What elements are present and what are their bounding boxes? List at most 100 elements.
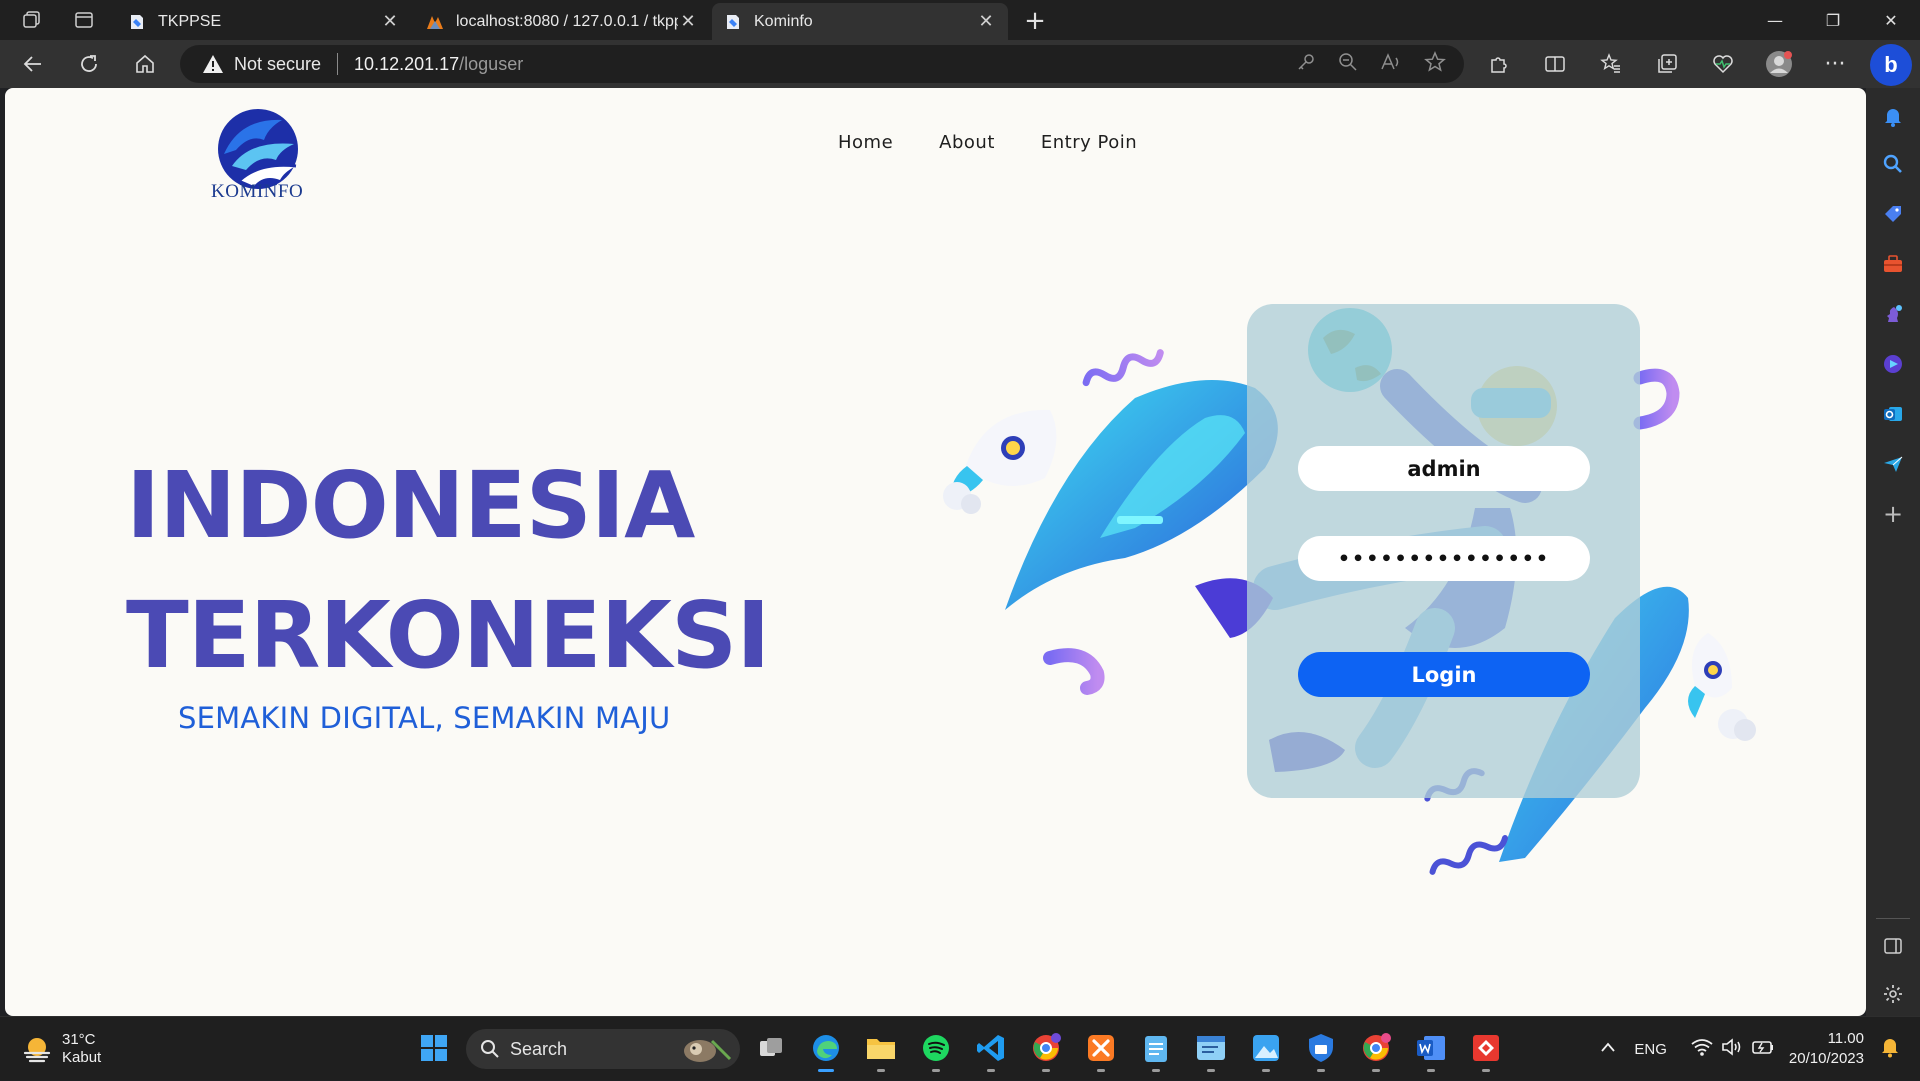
hero-tagline: SEMAKIN DIGITAL, SEMAKIN MAJU bbox=[178, 701, 671, 735]
wifi-icon[interactable] bbox=[1691, 1038, 1713, 1061]
nav-home[interactable]: Home bbox=[838, 132, 893, 153]
workspaces-icon[interactable] bbox=[12, 0, 52, 40]
password-input[interactable] bbox=[1298, 536, 1590, 581]
refresh-icon[interactable] bbox=[72, 48, 106, 80]
hide-sidebar-icon[interactable] bbox=[1877, 930, 1909, 962]
edge-app-icon[interactable] bbox=[809, 1031, 843, 1072]
battery-icon[interactable] bbox=[1751, 1038, 1775, 1061]
ring-decor bbox=[1633, 368, 1680, 430]
show-hidden-icons-icon[interactable] bbox=[1600, 1040, 1616, 1058]
notepad-icon[interactable] bbox=[1139, 1031, 1173, 1072]
nav-about[interactable]: About bbox=[939, 132, 995, 153]
collections-icon[interactable] bbox=[1648, 48, 1686, 80]
address-bar[interactable]: Not secure 10.12.201.17/loguser bbox=[180, 45, 1464, 83]
zoom-icon[interactable] bbox=[1338, 52, 1358, 77]
xampp-icon[interactable] bbox=[1084, 1031, 1118, 1072]
tools-briefcase-icon[interactable] bbox=[1877, 248, 1909, 280]
tab-tkppse[interactable]: TKPPSE ✕ bbox=[116, 3, 412, 40]
home-icon[interactable] bbox=[128, 48, 162, 80]
profile-avatar[interactable] bbox=[1760, 48, 1798, 80]
rocket-right-decor bbox=[1688, 633, 1756, 741]
logo-text: KOMINFO bbox=[211, 181, 304, 202]
hero-title-line2: TERKONEKSI bbox=[126, 582, 770, 689]
weather-haze-icon bbox=[23, 1038, 51, 1063]
tab-label: localhost:8080 / 127.0.0.1 / tkppse bbox=[456, 12, 678, 30]
address-actions bbox=[1296, 45, 1446, 83]
photos-icon[interactable] bbox=[1249, 1031, 1283, 1072]
page-viewport: KOMINFO Home About Entry Poin INDONESIA … bbox=[5, 88, 1866, 1016]
split-screen-icon[interactable] bbox=[1536, 48, 1574, 80]
tube-decor bbox=[1043, 648, 1105, 695]
bing-copilot-button[interactable]: b bbox=[1870, 44, 1912, 86]
nav-entry-poin[interactable]: Entry Poin bbox=[1041, 132, 1137, 153]
taskbar-clock[interactable]: 11.00 20/10/2023 bbox=[1789, 1029, 1864, 1069]
search-icon[interactable] bbox=[1877, 148, 1909, 180]
edge-sidebar: + bbox=[1866, 88, 1920, 1018]
new-tab-button[interactable]: + bbox=[1020, 6, 1050, 36]
main-nav: Home About Entry Poin bbox=[838, 132, 1137, 153]
close-window-icon[interactable]: ✕ bbox=[1862, 0, 1920, 40]
browser-tab-strip: TKPPSE ✕ localhost:8080 / 127.0.0.1 / tk… bbox=[0, 0, 1920, 40]
file-explorer-icon[interactable] bbox=[864, 1031, 898, 1072]
read-aloud-icon[interactable] bbox=[1380, 52, 1402, 77]
extensions-icon[interactable] bbox=[1480, 48, 1518, 80]
browser-essentials-icon[interactable] bbox=[1704, 48, 1742, 80]
page-favicon-icon bbox=[131, 14, 143, 29]
address-separator bbox=[337, 53, 339, 75]
word-icon[interactable] bbox=[1414, 1031, 1448, 1072]
back-icon[interactable] bbox=[16, 48, 50, 80]
close-tab-icon[interactable]: ✕ bbox=[678, 11, 698, 32]
url-path: /loguser bbox=[459, 53, 524, 74]
username-input[interactable] bbox=[1298, 446, 1590, 491]
notification-bell-icon[interactable] bbox=[1877, 100, 1909, 132]
spotify-icon[interactable] bbox=[919, 1031, 953, 1072]
security-shield-icon[interactable] bbox=[1304, 1031, 1338, 1072]
tab-kominfo[interactable]: Kominfo ✕ bbox=[712, 3, 1008, 40]
shopping-tag-icon[interactable] bbox=[1877, 198, 1909, 230]
language-indicator[interactable]: ENG bbox=[1634, 1041, 1667, 1058]
outlook-icon[interactable] bbox=[1877, 398, 1909, 430]
chrome-icon[interactable] bbox=[1359, 1031, 1393, 1072]
windows-start-icon[interactable] bbox=[417, 1031, 451, 1065]
warning-icon[interactable] bbox=[202, 54, 224, 74]
add-sidebar-app-icon[interactable]: + bbox=[1877, 498, 1909, 530]
rocket-left-decor bbox=[943, 409, 1057, 514]
chrome-profile-icon[interactable] bbox=[1029, 1031, 1063, 1072]
tab-label: TKPPSE bbox=[158, 12, 222, 30]
phpmyadmin-favicon-icon bbox=[427, 15, 443, 29]
page-favicon-icon bbox=[727, 14, 739, 29]
taskbar-search[interactable]: Search bbox=[466, 1029, 740, 1069]
site-header: KOMINFO Home About Entry Poin bbox=[5, 88, 1866, 202]
close-tab-icon[interactable]: ✕ bbox=[976, 11, 996, 32]
copilot-app-icon[interactable] bbox=[1877, 348, 1909, 380]
send-telegram-icon[interactable] bbox=[1877, 448, 1909, 480]
games-chess-icon[interactable] bbox=[1877, 298, 1909, 330]
restore-icon[interactable]: ❐ bbox=[1804, 0, 1862, 40]
anydesk-icon[interactable] bbox=[1469, 1031, 1503, 1072]
notifications-bell-icon[interactable] bbox=[1880, 1036, 1900, 1063]
key-icon[interactable] bbox=[1296, 52, 1316, 77]
browser-extensions: ··· bbox=[1480, 48, 1854, 80]
favorites-icon[interactable] bbox=[1592, 48, 1630, 80]
favorite-star-icon[interactable] bbox=[1424, 50, 1446, 78]
tab-actions-icon[interactable] bbox=[64, 0, 104, 40]
task-view-icon[interactable] bbox=[754, 1031, 788, 1065]
settings-more-icon[interactable]: ··· bbox=[1816, 48, 1854, 80]
weather-temp: 31°C bbox=[62, 1031, 96, 1048]
sidebar-settings-gear-icon[interactable] bbox=[1877, 978, 1909, 1010]
tab-phpmyadmin[interactable]: localhost:8080 / 127.0.0.1 / tkppse ✕ bbox=[414, 3, 710, 40]
window-controls: — ❐ ✕ bbox=[1746, 0, 1920, 40]
close-tab-icon[interactable]: ✕ bbox=[380, 11, 400, 32]
search-icon bbox=[481, 1040, 499, 1058]
url-host: 10.12.201.17 bbox=[354, 53, 460, 74]
weather-widget[interactable]: 31°C Kabut bbox=[22, 1031, 101, 1067]
weather-desc: Kabut bbox=[62, 1049, 102, 1066]
hero-title-line1: INDONESIA bbox=[126, 452, 695, 559]
volume-icon[interactable] bbox=[1721, 1037, 1743, 1061]
vscode-icon[interactable] bbox=[974, 1031, 1008, 1072]
minimize-icon[interactable]: — bbox=[1746, 0, 1804, 40]
login-button[interactable]: Login bbox=[1298, 652, 1590, 697]
hoverboard-decor bbox=[1005, 380, 1278, 610]
security-label[interactable]: Not secure bbox=[234, 54, 321, 75]
terminal-window-icon[interactable] bbox=[1194, 1031, 1228, 1072]
